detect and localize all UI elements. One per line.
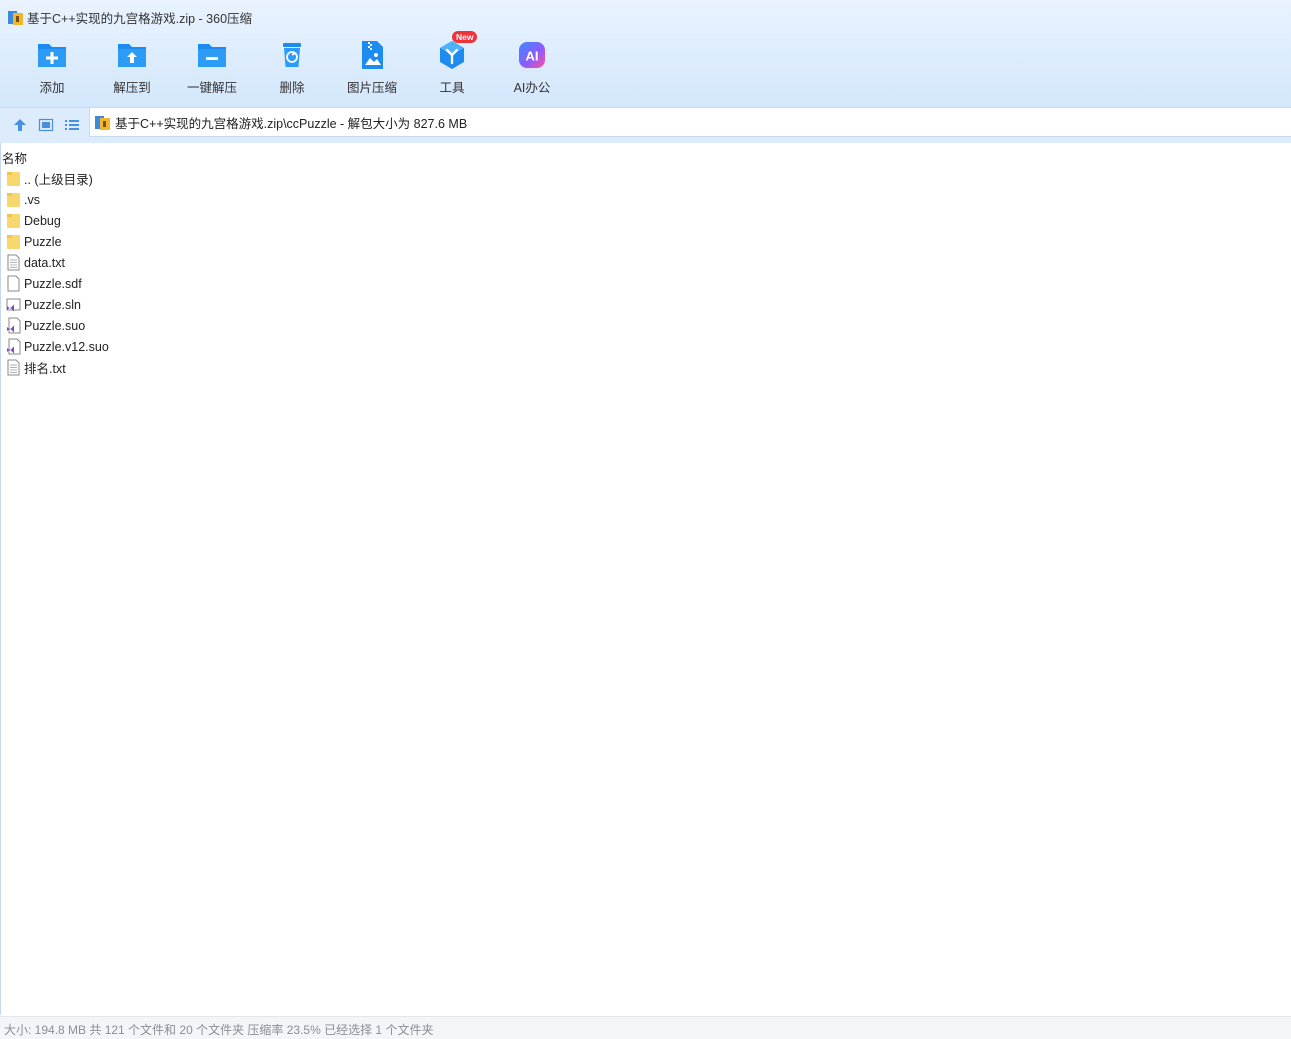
list-item-ranking-txt[interactable]: 排名.txt [6,357,109,378]
status-text: 大小: 194.8 MB 共 121 个文件和 20 个文件夹 压缩率 23.5… [4,1023,434,1037]
delete-button[interactable]: 删除 [252,38,332,96]
one-click-extract-button[interactable]: 一键解压 [172,38,252,96]
delete-icon [283,43,301,67]
file-list: 名称 .. (上级目录) .vs Debug Puzzle data.txt P… [0,143,1291,1015]
item-name: 排名.txt [24,362,66,376]
add-folder-icon [38,44,66,67]
zip-archive-icon [8,10,23,25]
status-bar: 大小: 194.8 MB 共 121 个文件和 20 个文件夹 压缩率 23.5… [0,1016,1291,1039]
extract-to-label: 解压到 [113,81,151,95]
item-name: Puzzle [24,234,62,249]
top-toolbar-area: 基于C++实现的九宫格游戏.zip - 360压缩 添加 解压到 一键解压 删除… [0,0,1291,107]
tools-icon-wrap: New [435,31,478,72]
list-item-debug-folder[interactable]: Debug [6,210,109,231]
vs-solution-icon [6,298,21,312]
title-bar: 基于C++实现的九宫格游戏.zip - 360压缩 [8,8,252,26]
list-item-puzzle-sln[interactable]: Puzzle.sln [6,294,109,315]
new-badge: New [452,31,478,43]
text-file-icon [7,359,20,376]
item-name: Puzzle.sln [24,297,81,312]
list-item-data-txt[interactable]: data.txt [6,252,109,273]
add-button[interactable]: 添加 [12,38,92,96]
list-item-puzzle-v12-suo[interactable]: Puzzle.v12.suo [6,336,109,357]
text-file-icon [7,254,20,271]
image-compress-icon [362,41,383,69]
folder-icon [7,193,20,207]
one-click-extract-label: 一键解压 [186,81,237,95]
ai-office-button[interactable]: AI AI办公 [492,38,572,96]
list-view-icon[interactable] [64,117,80,133]
thumbnail-view-icon[interactable] [38,117,54,133]
item-name: Debug [24,213,61,228]
svg-text:AI: AI [526,49,539,64]
column-header-name[interactable]: 名称 [2,148,27,167]
vs-file-icon [7,317,21,334]
toolbar: 添加 解压到 一键解压 删除 图片压缩 New 工具 AI AI办公 [12,31,572,96]
item-name: Puzzle.suo [24,318,86,333]
archive-icon [95,115,110,130]
up-arrow-icon[interactable] [12,117,28,133]
extract-to-button[interactable]: 解压到 [92,38,172,96]
ai-office-label: AI办公 [513,81,551,95]
tools-label: 工具 [439,81,465,95]
file-rows: .. (上级目录) .vs Debug Puzzle data.txt Puzz… [6,168,109,378]
address-path: 基于C++实现的九宫格游戏.zip\ccPuzzle - 解包大小为 827.6… [115,116,468,131]
address-bar[interactable]: 基于C++实现的九宫格游戏.zip\ccPuzzle - 解包大小为 827.6… [89,108,1291,137]
list-item-puzzle-sdf[interactable]: Puzzle.sdf [6,273,109,294]
folder-icon [7,172,20,186]
blank-file-icon [7,275,20,292]
image-compress-label: 图片压缩 [346,81,397,95]
vs-file-icon [7,338,21,355]
item-name: .. (上级目录) [24,173,93,187]
extract-to-icon [118,44,146,67]
list-item-vs-folder[interactable]: .vs [6,189,109,210]
folder-icon [7,235,20,249]
list-item-puzzle-folder[interactable]: Puzzle [6,231,109,252]
item-name: Puzzle.sdf [24,276,82,291]
image-compress-button[interactable]: 图片压缩 [332,38,412,96]
item-name: Puzzle.v12.suo [24,339,109,354]
list-item-puzzle-suo[interactable]: Puzzle.suo [6,315,109,336]
item-name: data.txt [24,255,65,270]
one-click-extract-icon [198,44,226,67]
folder-icon [7,214,20,228]
list-item-parent-dir[interactable]: .. (上级目录) [6,168,109,189]
ai-office-icon: AI [519,42,545,68]
tools-button[interactable]: New 工具 [412,31,492,96]
item-name: .vs [24,192,40,207]
delete-label: 删除 [279,81,305,95]
tools-icon [440,41,464,69]
window-title: 基于C++实现的九宫格游戏.zip - 360压缩 [27,11,253,26]
add-label: 添加 [39,81,65,95]
navigation-bar: 基于C++实现的九宫格游戏.zip\ccPuzzle - 解包大小为 827.6… [0,107,1291,144]
